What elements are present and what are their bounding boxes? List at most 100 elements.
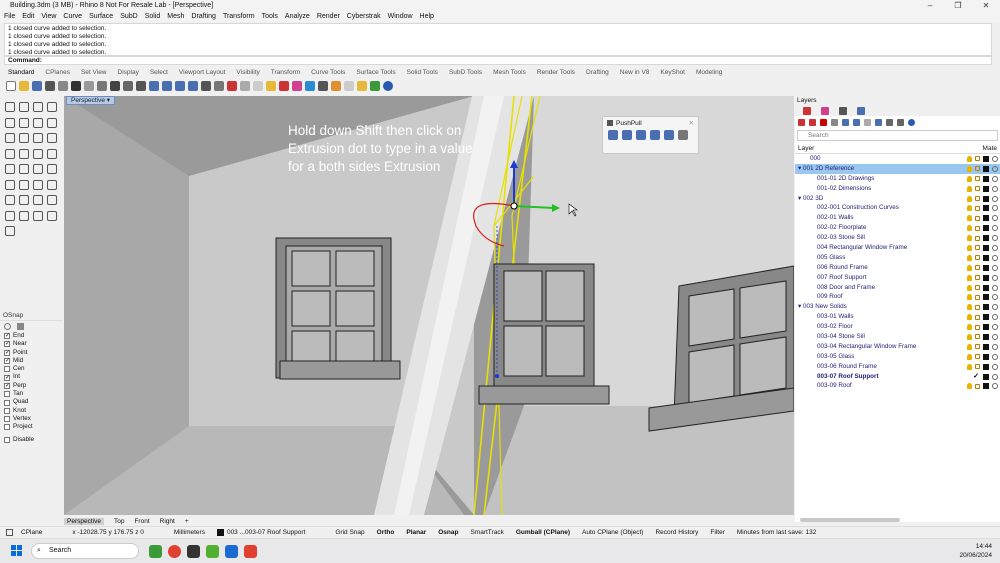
move-up-icon[interactable] bbox=[842, 119, 849, 126]
visibility-bulb-icon[interactable] bbox=[967, 215, 972, 222]
osnap-item-mid[interactable]: ✓ Mid bbox=[0, 357, 63, 365]
material-circle-icon[interactable] bbox=[992, 373, 998, 380]
horizontal-scrollbar[interactable] bbox=[800, 518, 900, 522]
layer-color-swatch[interactable] bbox=[983, 155, 989, 162]
menu-mesh[interactable]: Mesh bbox=[167, 13, 184, 20]
osnap-item-point[interactable]: ✓ Point bbox=[0, 349, 63, 357]
checkbox[interactable]: ✓ bbox=[4, 333, 10, 340]
layer-row[interactable]: 008 Door and Frame bbox=[795, 283, 1000, 293]
menu-tools[interactable]: Tools bbox=[262, 13, 278, 20]
layer-color-swatch[interactable] bbox=[983, 195, 989, 202]
osnap-item-tan[interactable]: Tan bbox=[0, 390, 63, 398]
print-icon[interactable] bbox=[45, 80, 55, 91]
visibility-bulb-icon[interactable] bbox=[967, 333, 972, 340]
lock-icon[interactable] bbox=[975, 314, 980, 320]
visibility-bulb-icon[interactable] bbox=[967, 254, 972, 261]
analyze-icon[interactable] bbox=[47, 210, 57, 221]
cut-icon[interactable] bbox=[71, 80, 81, 91]
material-circle-icon[interactable] bbox=[992, 304, 998, 311]
checkbox[interactable] bbox=[4, 399, 10, 406]
polyline-icon[interactable] bbox=[33, 102, 43, 112]
menu-solid[interactable]: Solid bbox=[145, 13, 161, 20]
visibility-bulb-icon[interactable] bbox=[967, 244, 972, 251]
menu-icon[interactable] bbox=[897, 119, 904, 126]
tab-select[interactable]: Select bbox=[150, 69, 168, 76]
layer-row[interactable]: 002-02 Floorplate bbox=[795, 223, 1000, 233]
zoom-selected-icon[interactable] bbox=[188, 80, 198, 91]
checkbox[interactable]: ✓ bbox=[4, 349, 10, 356]
visibility-bulb-icon[interactable] bbox=[967, 155, 972, 162]
checkbox[interactable]: ✓ bbox=[4, 382, 10, 389]
layer-color-swatch[interactable] bbox=[983, 324, 989, 331]
status-record-history[interactable]: Record History bbox=[655, 529, 698, 536]
layer-row[interactable]: 003-04 Rectangular Window Frame bbox=[795, 342, 1000, 352]
delete-layer-icon[interactable] bbox=[820, 119, 827, 126]
layer-row[interactable]: 003-04 Stone Sill bbox=[795, 332, 1000, 342]
status-ortho[interactable]: Ortho bbox=[377, 529, 395, 536]
layer-color-swatch[interactable] bbox=[983, 314, 989, 321]
surface-icon[interactable] bbox=[33, 133, 43, 143]
layer-row[interactable]: 003-07 Roof Support ✓ bbox=[795, 372, 1000, 382]
extrude-push-icon[interactable] bbox=[608, 130, 618, 140]
join-icon[interactable] bbox=[5, 179, 15, 190]
new-layer-icon[interactable] bbox=[798, 119, 805, 126]
recorder-icon[interactable] bbox=[244, 544, 257, 558]
copy-icon[interactable] bbox=[84, 80, 94, 91]
layer-states-icon[interactable] bbox=[886, 119, 893, 126]
tab-subd-tools[interactable]: SubD Tools bbox=[449, 69, 482, 76]
menu-cyberstrak[interactable]: Cyberstrak bbox=[347, 13, 381, 20]
material-icon[interactable] bbox=[331, 80, 341, 91]
status-cplane[interactable]: CPlane bbox=[21, 529, 42, 536]
viewport-tab-front[interactable]: Front bbox=[134, 518, 149, 525]
status-auto-cplane[interactable]: Auto CPlane (Object) bbox=[582, 529, 643, 536]
menu-window[interactable]: Window bbox=[388, 13, 413, 20]
tab-transform[interactable]: Transform bbox=[271, 69, 300, 76]
layer-color-swatch[interactable] bbox=[983, 175, 989, 182]
checkbox[interactable] bbox=[4, 366, 10, 373]
visibility-bulb-icon[interactable] bbox=[967, 284, 972, 291]
layer-row[interactable]: 004 Rectangular Window Frame bbox=[795, 243, 1000, 253]
material-circle-icon[interactable] bbox=[992, 294, 998, 301]
arc-icon[interactable] bbox=[33, 117, 43, 128]
menu-analyze[interactable]: Analyze bbox=[285, 13, 310, 20]
close-icon[interactable]: ✕ bbox=[972, 0, 1000, 11]
tab-viewport-layout[interactable]: Viewport Layout bbox=[179, 69, 226, 76]
checkbox[interactable] bbox=[4, 424, 10, 431]
viewport-tab-top[interactable]: Top bbox=[114, 518, 124, 525]
layer-row[interactable]: 003-09 Roof bbox=[795, 381, 1000, 391]
windows-start-icon[interactable] bbox=[11, 545, 23, 557]
layer-color-swatch[interactable] bbox=[983, 284, 989, 291]
status-smarttrack[interactable]: SmartTrack bbox=[470, 529, 503, 536]
material-circle-icon[interactable] bbox=[992, 205, 998, 212]
lock-icon[interactable] bbox=[975, 275, 980, 281]
layers-tab-icon[interactable] bbox=[803, 106, 811, 115]
material-circle-icon[interactable] bbox=[992, 185, 998, 192]
tab-keyshot[interactable]: KeyShot bbox=[660, 69, 685, 76]
array-icon[interactable] bbox=[47, 195, 57, 205]
command-line[interactable]: Command: bbox=[4, 56, 992, 65]
material-circle-icon[interactable] bbox=[992, 225, 998, 232]
layer-icon[interactable] bbox=[279, 80, 289, 91]
checkbox[interactable]: ✓ bbox=[4, 341, 10, 348]
tab-modeling[interactable]: Modeling bbox=[696, 69, 722, 76]
layer-row[interactable]: ▾ 001 2D Reference bbox=[795, 163, 1000, 174]
close-icon[interactable]: ✕ bbox=[689, 119, 694, 127]
material-circle-icon[interactable] bbox=[992, 235, 998, 242]
save-icon[interactable] bbox=[32, 80, 42, 91]
visibility-bulb-icon[interactable] bbox=[967, 175, 972, 182]
render-icon[interactable] bbox=[318, 80, 328, 91]
visibility-bulb-icon[interactable] bbox=[967, 353, 972, 360]
material-circle-icon[interactable] bbox=[992, 215, 998, 222]
viewport-tab-perspective[interactable]: Perspective ▾ bbox=[66, 96, 116, 105]
checkbox[interactable] bbox=[4, 407, 10, 414]
layer-settings-icon[interactable] bbox=[831, 119, 838, 126]
tab-visibility[interactable]: Visibility bbox=[236, 69, 259, 76]
status-gumball[interactable]: Gumball (CPlane) bbox=[516, 529, 570, 536]
menu-drafting[interactable]: Drafting bbox=[191, 13, 216, 20]
mesh-icon[interactable] bbox=[5, 164, 15, 174]
lock-icon[interactable] bbox=[975, 196, 980, 201]
layer-row[interactable]: 003-05 Glass bbox=[795, 352, 1000, 362]
material-circle-icon[interactable] bbox=[992, 353, 998, 360]
tab-mesh-tools[interactable]: Mesh Tools bbox=[493, 69, 526, 76]
visibility-bulb-icon[interactable] bbox=[967, 363, 972, 370]
